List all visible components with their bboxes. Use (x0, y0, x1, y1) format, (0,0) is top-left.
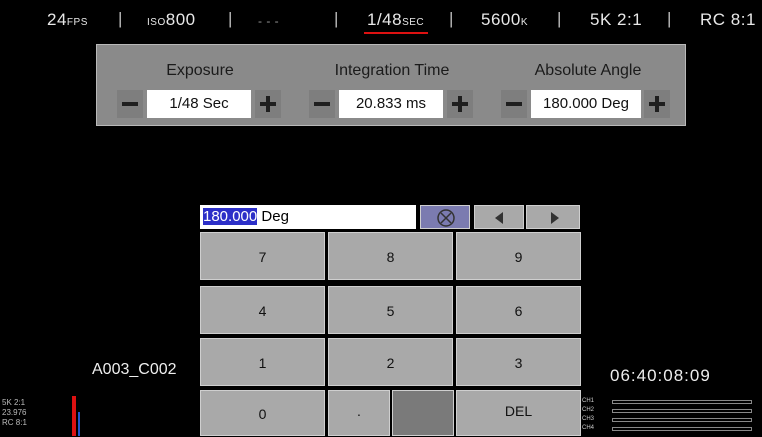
mini-framerate: 23.976 (2, 408, 27, 417)
fps-indicator[interactable]: 24FPS (47, 10, 88, 30)
absolute-angle-decrease-button[interactable] (501, 90, 527, 118)
key-6[interactable]: 6 (456, 286, 581, 334)
audio-ch2-label: CH2 (582, 407, 595, 413)
resolution-indicator[interactable]: 5K 2:1 (590, 10, 642, 30)
unused-indicator: - - - (258, 14, 280, 28)
shutter-unit: SEC (402, 17, 425, 28)
separator: | (449, 9, 454, 28)
separator: | (334, 9, 339, 28)
separator: | (667, 9, 672, 28)
timecode: 06:40:08:09 (610, 366, 711, 385)
absolute-angle-increase-button[interactable] (644, 90, 670, 118)
audio-ch4-meter (612, 427, 752, 431)
compression-indicator[interactable]: RC 8:1 (700, 10, 756, 30)
key-blank (392, 390, 454, 436)
clear-entry-button[interactable] (420, 205, 470, 229)
shutter-value: 1/48 (367, 10, 403, 29)
mini-compression: RC 8:1 (2, 418, 27, 427)
integration-time-label: Integration Time (334, 62, 450, 79)
key-7[interactable]: 7 (200, 232, 325, 280)
white-balance-indicator[interactable]: 5600K (481, 10, 528, 30)
exposure-label: Exposure (166, 62, 234, 79)
key-8[interactable]: 8 (328, 232, 453, 280)
fps-value: 24 (47, 10, 67, 29)
fps-unit: FPS (66, 17, 88, 28)
shutter-settings-panel: Exposure 1/48 Sec Integration Time 20.83… (96, 44, 686, 126)
audio-ch1-meter (612, 400, 752, 404)
iso-prefix: ISO (147, 17, 166, 28)
audio-ch3-meter (612, 418, 752, 422)
exposure-increase-button[interactable] (255, 90, 281, 118)
separator: | (118, 9, 123, 28)
integration-time-decrease-button[interactable] (309, 90, 335, 118)
arrow-left-icon (495, 212, 503, 224)
key-1[interactable]: 1 (200, 338, 325, 386)
shutter-indicator[interactable]: 1/48SEC (367, 10, 424, 30)
iso-value: 800 (165, 10, 196, 29)
arrow-right-icon (551, 212, 559, 224)
histogram-red-bar (72, 396, 76, 436)
kelvin-value: 5600 (481, 10, 521, 29)
clip-name: A003_C002 (92, 361, 177, 378)
clear-x-icon (437, 209, 455, 227)
integration-time-increase-button[interactable] (447, 90, 473, 118)
cursor-right-button[interactable] (526, 205, 580, 229)
audio-ch3-label: CH3 (582, 416, 595, 422)
entry-selected-text: 180.000 (203, 208, 258, 225)
kelvin-unit: K (520, 17, 528, 28)
key-0[interactable]: 0 (200, 390, 325, 436)
key-9[interactable]: 9 (456, 232, 581, 280)
key-4[interactable]: 4 (200, 286, 325, 334)
entry-unit: Deg (257, 208, 289, 225)
absolute-angle-value-field[interactable]: 180.000 Deg (531, 90, 641, 118)
separator: | (557, 9, 562, 28)
key-decimal[interactable]: . (328, 390, 390, 436)
keypad-entry-field[interactable]: 180.000 Deg (200, 205, 416, 229)
key-5[interactable]: 5 (328, 286, 453, 334)
exposure-value-field[interactable]: 1/48 Sec (147, 90, 251, 118)
key-3[interactable]: 3 (456, 338, 581, 386)
absolute-angle-label: Absolute Angle (534, 62, 642, 79)
audio-ch1-label: CH1 (582, 398, 595, 404)
cursor-left-button[interactable] (474, 205, 524, 229)
audio-ch2-meter (612, 409, 752, 413)
separator: | (228, 9, 233, 28)
active-indicator-underline (364, 32, 428, 34)
delete-button[interactable]: DEL (456, 390, 581, 436)
histogram-blue-bar (78, 412, 80, 436)
exposure-decrease-button[interactable] (117, 90, 143, 118)
key-2[interactable]: 2 (328, 338, 453, 386)
audio-ch4-label: CH4 (582, 425, 595, 431)
integration-time-value-field[interactable]: 20.833 ms (339, 90, 443, 118)
status-bar: 24FPS | ISO800 | - - - | 1/48SEC | 5600K… (0, 0, 762, 42)
mini-resolution: 5K 2:1 (2, 398, 26, 407)
iso-indicator[interactable]: ISO800 (147, 10, 196, 30)
